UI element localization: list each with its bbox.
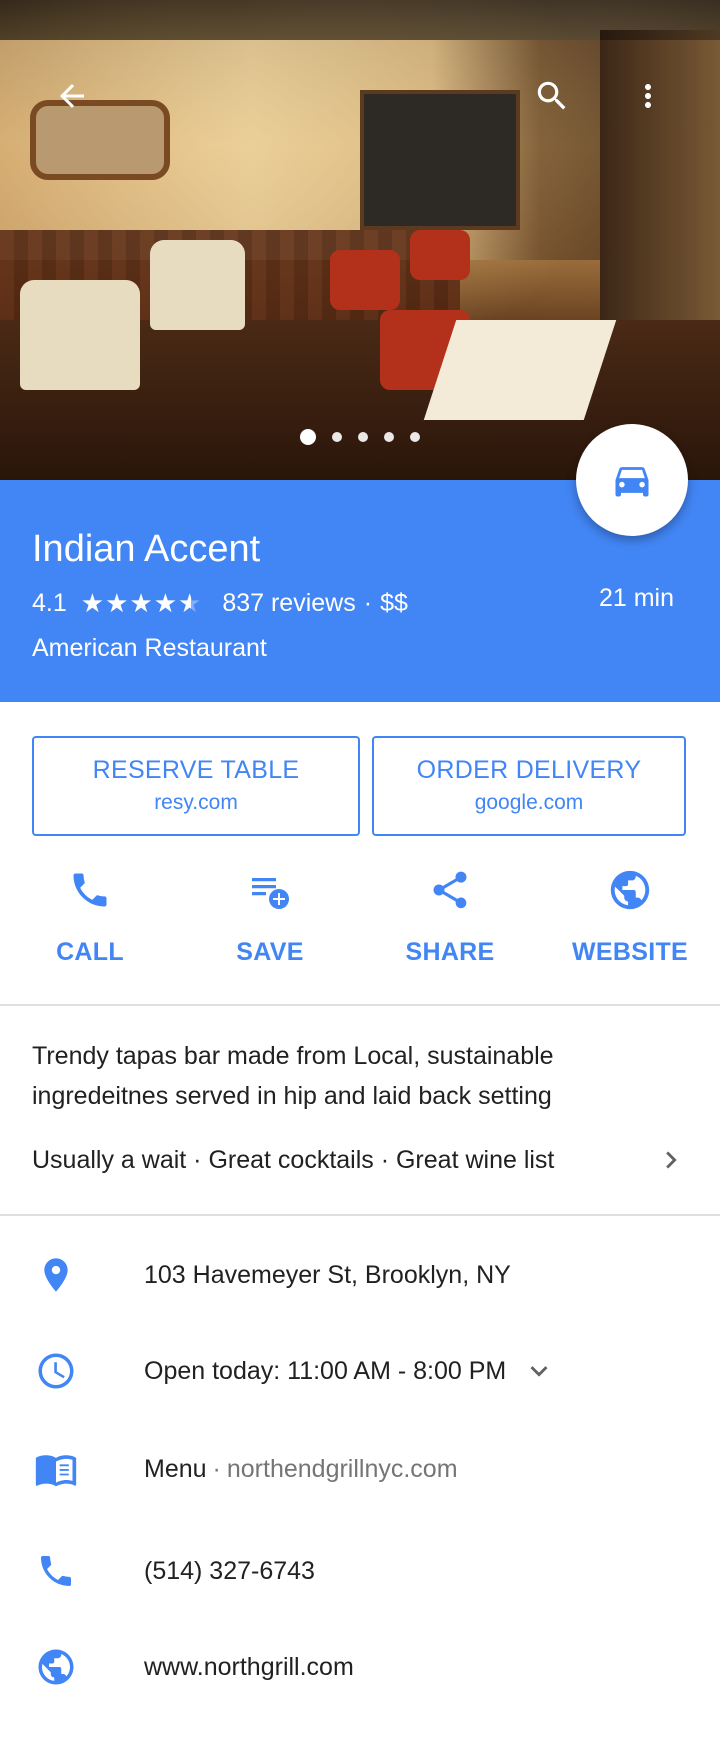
photo-window [360, 90, 520, 230]
address-row[interactable]: 103 Havemeyer St, Brooklyn, NY [0, 1240, 720, 1310]
menu-row[interactable]: Menu · northendgrillnyc.com [0, 1434, 720, 1504]
more-options-button[interactable] [624, 72, 672, 120]
order-delivery-provider: google.com [474, 791, 584, 814]
more-vert-icon [645, 84, 651, 108]
star-half-icon: ★ [178, 588, 203, 618]
reserve-table-provider: resy.com [154, 791, 238, 814]
pager-dot[interactable] [332, 432, 342, 442]
phone-text: (514) 327-6743 [144, 1556, 315, 1585]
arrow-back-icon [60, 84, 84, 108]
order-delivery-button[interactable]: ORDER DELIVERY google.com [372, 736, 686, 836]
directions-button[interactable] [576, 424, 688, 536]
search-button[interactable] [528, 72, 576, 120]
website-label: WEBSITE [572, 938, 688, 966]
chevron-down-icon[interactable] [522, 1354, 556, 1388]
website-button[interactable]: WEBSITE [550, 862, 710, 982]
pager-dot[interactable] [358, 432, 368, 442]
rating-value: 4.1 [32, 589, 67, 617]
action-row: CALL SAVE SHARE WEBSITE [0, 862, 720, 1002]
save-label: SAVE [236, 938, 304, 966]
menu-site[interactable]: northendgrillnyc.com [227, 1455, 458, 1484]
drive-time: 21 min [598, 584, 674, 612]
share-icon [433, 871, 467, 909]
photo-armchair [150, 240, 245, 330]
share-label: SHARE [405, 938, 495, 966]
phone-icon [41, 1556, 71, 1586]
share-button[interactable]: SHARE [370, 862, 530, 982]
phone-row[interactable]: (514) 327-6743 [0, 1536, 720, 1606]
chevron-right-icon [666, 1151, 677, 1169]
phone-icon [73, 873, 107, 907]
status-bar-scrim [0, 0, 720, 40]
pager-dot[interactable] [410, 432, 420, 442]
star-icon: ★ [80, 588, 106, 618]
search-icon [537, 81, 566, 110]
star-icon: ★ [105, 588, 130, 618]
menu-label: Menu [144, 1454, 207, 1483]
price-level: $$ [380, 589, 408, 617]
clock-icon [38, 1353, 74, 1389]
reserve-table-button[interactable]: RESERVE TABLE resy.com [32, 736, 360, 836]
divider [0, 1004, 720, 1006]
highlights-row[interactable]: Usually a wait · Great cocktails · Great… [32, 1140, 688, 1180]
photo-armchair [20, 280, 140, 390]
website-text: www.northgrill.com [144, 1652, 354, 1681]
hours-text: Open today: 11:00 AM - 8:00 PM [144, 1356, 507, 1385]
rating-row[interactable]: 4.1 ★ ★ ★ ★ ★ 837 reviews · $$ [32, 588, 408, 619]
place-name: Indian Accent [32, 528, 261, 570]
location-pin-icon [44, 1258, 68, 1292]
star-icon: ★ [129, 588, 154, 618]
photo-table [423, 320, 617, 420]
place-description: Trendy tapas bar made from Local, sustai… [32, 1042, 554, 1110]
hours-row[interactable]: Open today: 11:00 AM - 8:00 PM [0, 1336, 720, 1406]
star-icon: ★ [153, 588, 179, 618]
star-rating: ★ ★ ★ ★ ★ [81, 588, 203, 619]
back-button[interactable] [48, 72, 96, 120]
photo-red-chair [330, 250, 400, 310]
reserve-table-label: RESERVE TABLE [92, 756, 300, 784]
pager-dot[interactable] [384, 432, 394, 442]
menu-book-icon [35, 1455, 77, 1487]
call-button[interactable]: CALL [10, 862, 170, 982]
review-count: 837 reviews [222, 589, 356, 617]
photo-red-chair [410, 230, 470, 280]
divider [0, 1214, 720, 1216]
save-button[interactable]: SAVE [190, 862, 350, 982]
playlist-add-icon [252, 878, 289, 909]
separator: · [363, 589, 373, 617]
menu-separator: · [212, 1454, 221, 1483]
globe-icon [610, 870, 650, 910]
car-icon [615, 467, 649, 497]
website-row[interactable]: www.northgrill.com [0, 1632, 720, 1702]
pager-dot-active[interactable] [300, 429, 316, 445]
address-text: 103 Havemeyer St, Brooklyn, NY [144, 1260, 511, 1289]
place-category: American Restaurant [32, 634, 267, 662]
order-delivery-label: ORDER DELIVERY [416, 756, 642, 784]
place-photo[interactable] [0, 0, 720, 480]
globe-icon [38, 1649, 74, 1685]
call-label: CALL [56, 938, 124, 966]
highlights-text: Usually a wait · Great cocktails · Great… [32, 1145, 555, 1174]
